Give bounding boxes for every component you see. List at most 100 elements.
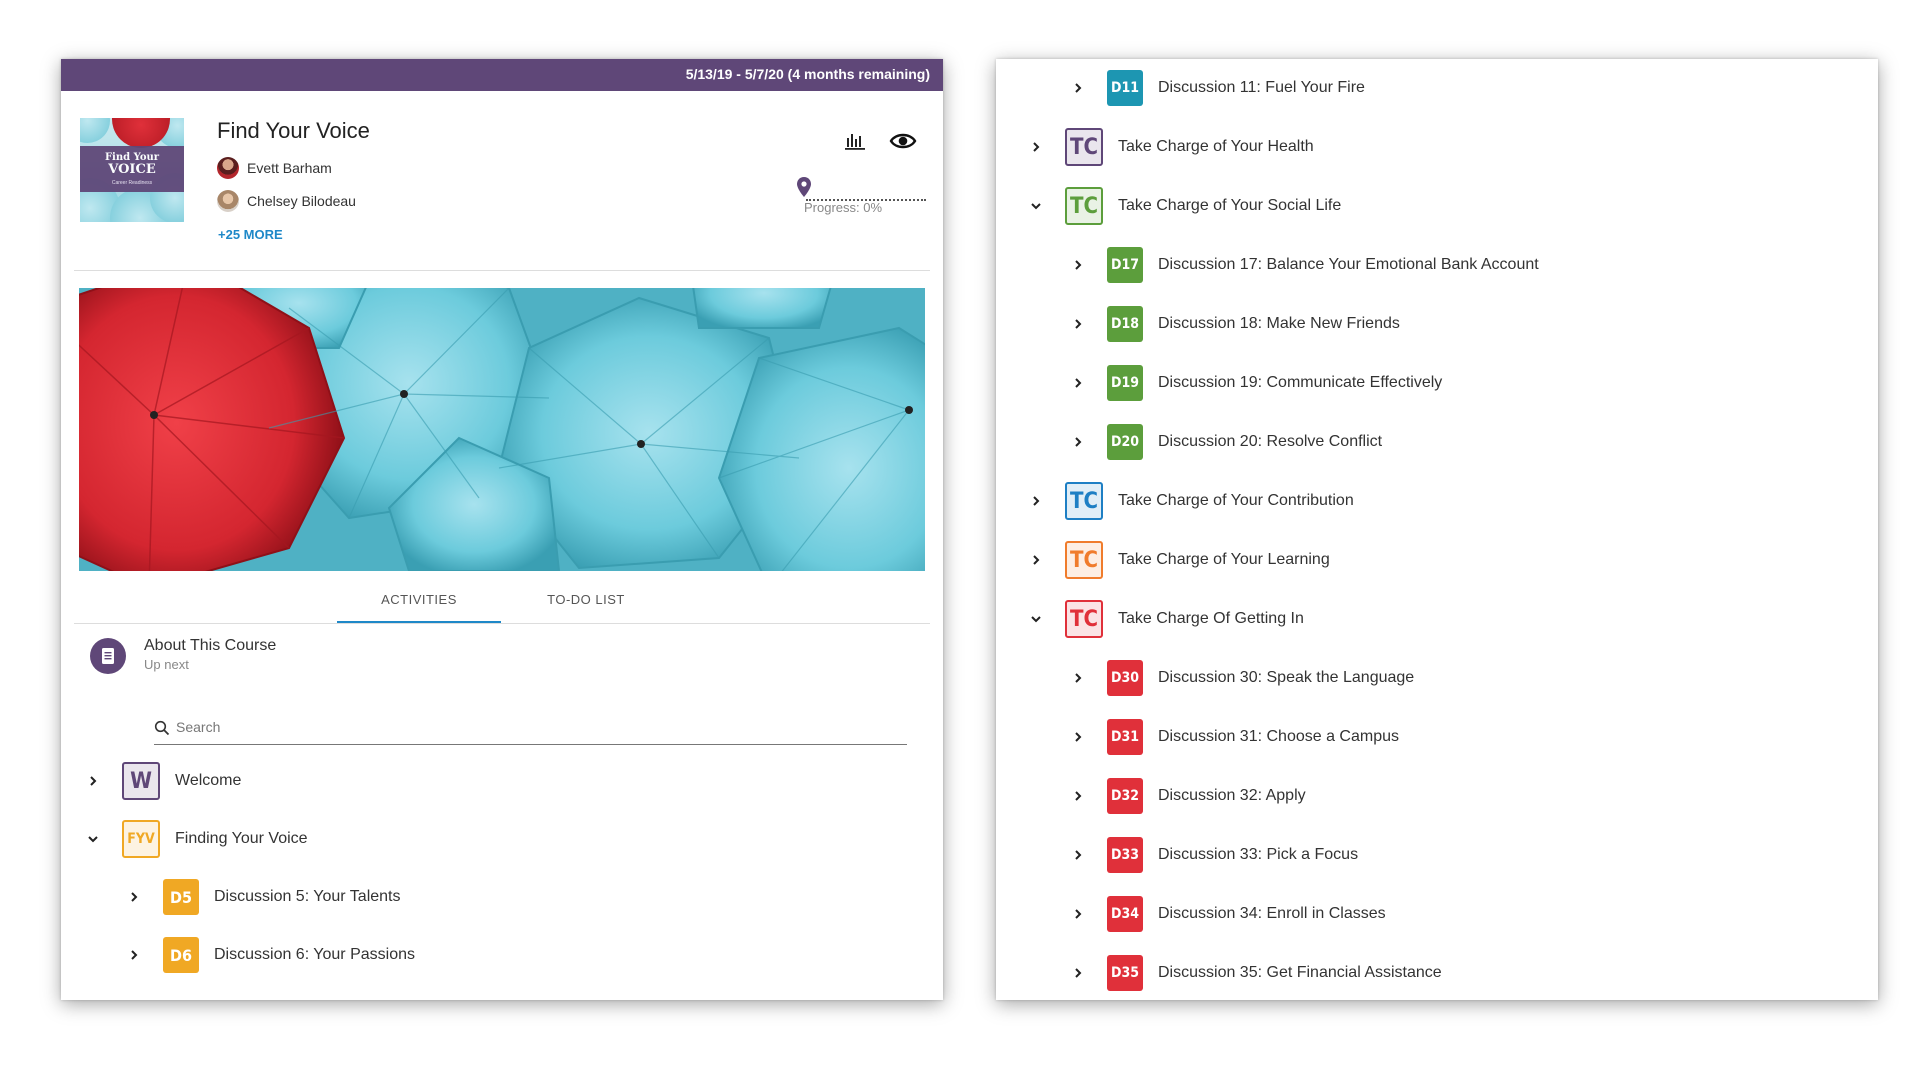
list-item-label: Welcome bbox=[175, 772, 242, 789]
module-badge: D32 bbox=[1107, 778, 1143, 814]
list-item[interactable]: D34 Discussion 34: Enroll in Classes bbox=[1066, 894, 1386, 934]
module-badge: TC bbox=[1065, 482, 1103, 520]
chevron-right-icon[interactable] bbox=[1066, 253, 1090, 277]
module-badge: D34 bbox=[1107, 896, 1143, 932]
chevron-right-icon[interactable] bbox=[1066, 76, 1090, 100]
list-item-label: Discussion 20: Resolve Conflict bbox=[1158, 433, 1383, 450]
list-item[interactable]: TC Take Charge of Your Learning bbox=[1024, 540, 1330, 580]
chevron-right-icon[interactable] bbox=[1066, 784, 1090, 808]
list-item[interactable]: TC Take Charge Of Getting In bbox=[1024, 599, 1304, 639]
list-item[interactable]: D35 Discussion 35: Get Financial Assistan… bbox=[1066, 953, 1442, 993]
module-badge: D17 bbox=[1107, 247, 1143, 283]
chevron-right-icon[interactable] bbox=[1066, 371, 1090, 395]
chevron-right-icon[interactable] bbox=[1066, 961, 1090, 985]
list-item-label: Discussion 30: Speak the Language bbox=[1158, 669, 1415, 686]
chevron-right-icon[interactable] bbox=[81, 769, 105, 793]
chevron-down-icon[interactable] bbox=[1024, 194, 1048, 218]
chevron-right-icon[interactable] bbox=[1024, 135, 1048, 159]
list-item-label: Discussion 19: Communicate Effectively bbox=[1158, 374, 1443, 391]
module-badge: TC bbox=[1065, 187, 1103, 225]
list-item-label: Discussion 33: Pick a Focus bbox=[1158, 846, 1359, 863]
chevron-right-icon[interactable] bbox=[122, 885, 146, 909]
document-icon[interactable] bbox=[90, 638, 126, 674]
chevron-right-icon[interactable] bbox=[1066, 902, 1090, 926]
header-divider bbox=[74, 270, 930, 271]
date-range-text: 5/13/19 - 5/7/20 (4 months remaining) bbox=[685, 66, 930, 82]
date-range-bar: 5/13/19 - 5/7/20 (4 months remaining) bbox=[61, 59, 943, 91]
list-item[interactable]: D18 Discussion 18: Make New Friends bbox=[1066, 304, 1400, 344]
list-item-label: Take Charge Of Getting In bbox=[1118, 610, 1304, 627]
up-next-subtitle: Up next bbox=[144, 657, 189, 672]
module-badge: D6 bbox=[163, 937, 199, 973]
list-item[interactable]: FYV Finding Your Voice bbox=[81, 819, 308, 859]
list-item-label: Take Charge of Your Contribution bbox=[1118, 492, 1354, 509]
up-next-title[interactable]: About This Course bbox=[144, 637, 276, 655]
module-badge: D35 bbox=[1107, 955, 1143, 991]
chevron-right-icon[interactable] bbox=[1066, 666, 1090, 690]
module-badge: D18 bbox=[1107, 306, 1143, 342]
module-badge: FYV bbox=[122, 820, 160, 858]
module-badge: D19 bbox=[1107, 365, 1143, 401]
cover-line-3: Career Readiness bbox=[111, 180, 153, 186]
list-item-label: Take Charge of Your Social Life bbox=[1118, 197, 1342, 214]
list-item[interactable]: TC Take Charge of Your Health bbox=[1024, 127, 1314, 167]
chevron-right-icon[interactable] bbox=[122, 943, 146, 967]
search-input[interactable] bbox=[174, 718, 878, 736]
cover-title-band: Find Your VOICE Career Readiness bbox=[80, 146, 184, 192]
list-item[interactable]: D19 Discussion 19: Communicate Effectivel… bbox=[1066, 363, 1442, 403]
list-item-label: Discussion 6: Your Passions bbox=[214, 946, 415, 963]
list-item-label: Discussion 35: Get Financial Assistance bbox=[1158, 964, 1442, 981]
avatar bbox=[217, 157, 239, 179]
list-item[interactable]: TC Take Charge of Your Social Life bbox=[1024, 186, 1341, 226]
tab-to-do-list[interactable]: TO-DO LIST bbox=[506, 578, 666, 622]
search-icon bbox=[154, 720, 170, 741]
list-item-label: Discussion 17: Balance Your Emotional Ba… bbox=[1158, 256, 1539, 273]
list-item[interactable]: D6 Discussion 6: Your Passions bbox=[122, 935, 415, 975]
cover-line-2: VOICE bbox=[108, 162, 156, 177]
chevron-right-icon[interactable] bbox=[1024, 548, 1048, 572]
list-item-label: Take Charge of Your Health bbox=[1118, 138, 1314, 155]
module-badge: TC bbox=[1065, 128, 1103, 166]
chevron-right-icon[interactable] bbox=[1024, 489, 1048, 513]
more-instructors-link[interactable]: +25 MORE bbox=[218, 227, 283, 242]
list-item-label: Discussion 32: Apply bbox=[1158, 787, 1306, 804]
list-item[interactable]: D17 Discussion 17: Balance Your Emotional… bbox=[1066, 245, 1539, 285]
chevron-down-icon[interactable] bbox=[81, 827, 105, 851]
module-badge: D11 bbox=[1107, 70, 1143, 106]
chevron-right-icon[interactable] bbox=[1066, 430, 1090, 454]
instructor-item[interactable]: Chelsey Bilodeau bbox=[217, 190, 356, 212]
list-item[interactable]: D32 Discussion 32: Apply bbox=[1066, 776, 1306, 816]
list-item[interactable]: D30 Discussion 30: Speak the Language bbox=[1066, 658, 1414, 698]
list-item-label: Discussion 31: Choose a Campus bbox=[1158, 728, 1400, 745]
course-cover-image[interactable]: Find Your VOICE Career Readiness bbox=[80, 118, 184, 222]
search-field[interactable] bbox=[154, 714, 907, 745]
list-item-label: Take Charge of Your Learning bbox=[1118, 551, 1330, 568]
list-item-label: Discussion 5: Your Talents bbox=[214, 888, 401, 905]
chevron-right-icon[interactable] bbox=[1066, 312, 1090, 336]
chevron-right-icon[interactable] bbox=[1066, 725, 1090, 749]
avatar bbox=[217, 190, 239, 212]
list-item-label: Discussion 18: Make New Friends bbox=[1158, 315, 1400, 332]
instructor-name: Evett Barham bbox=[247, 160, 332, 176]
list-item-label: Discussion 34: Enroll in Classes bbox=[1158, 905, 1386, 922]
list-item[interactable]: D5 Discussion 5: Your Talents bbox=[122, 877, 400, 917]
instructor-item[interactable]: Evett Barham bbox=[217, 157, 332, 179]
course-title: Find Your Voice bbox=[217, 118, 370, 143]
module-badge: D31 bbox=[1107, 719, 1143, 755]
list-item-label: Finding Your Voice bbox=[175, 830, 308, 847]
module-badge: D20 bbox=[1107, 424, 1143, 460]
chevron-down-icon[interactable] bbox=[1024, 607, 1048, 631]
list-item[interactable]: D20 Discussion 20: Resolve Conflict bbox=[1066, 422, 1382, 462]
module-badge: D30 bbox=[1107, 660, 1143, 696]
list-item[interactable]: W Welcome bbox=[81, 761, 241, 801]
progress-label: Progress: 0% bbox=[804, 200, 883, 215]
module-badge: TC bbox=[1065, 541, 1103, 579]
eye-icon[interactable] bbox=[889, 128, 917, 159]
list-item[interactable]: D31 Discussion 31: Choose a Campus bbox=[1066, 717, 1399, 757]
tab-activities[interactable]: ACTIVITIES bbox=[337, 578, 501, 624]
chevron-right-icon[interactable] bbox=[1066, 843, 1090, 867]
list-item[interactable]: TC Take Charge of Your Contribution bbox=[1024, 481, 1354, 521]
analytics-icon[interactable] bbox=[843, 129, 867, 158]
list-item[interactable]: D33 Discussion 33: Pick a Focus bbox=[1066, 835, 1358, 875]
list-item[interactable]: D11 Discussion 11: Fuel Your Fire bbox=[1066, 68, 1365, 108]
